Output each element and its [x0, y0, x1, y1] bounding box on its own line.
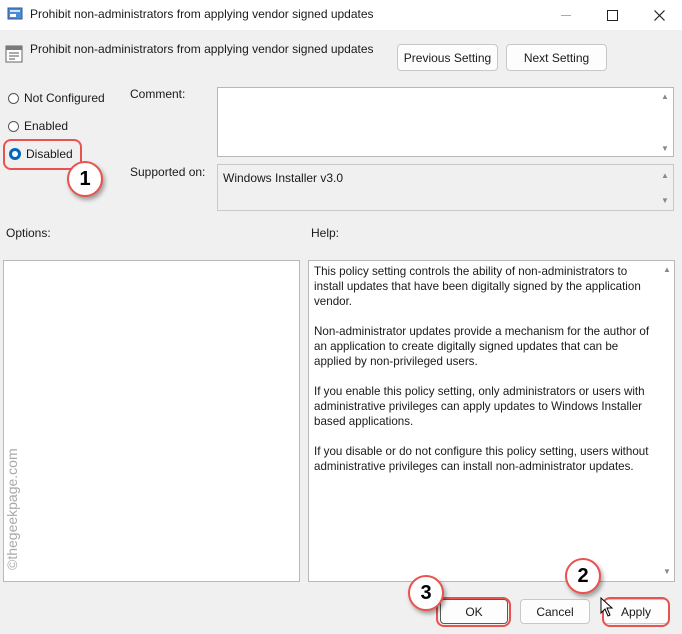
supported-on-label: Supported on:: [130, 165, 206, 179]
help-label: Help:: [311, 226, 340, 240]
policy-setting-icon: [5, 45, 23, 63]
radio-enabled[interactable]: Enabled: [8, 119, 68, 133]
supported-on-field: Windows Installer v3.0 ▲ ▼: [217, 164, 674, 211]
comment-label: Comment:: [130, 87, 186, 101]
scroll-down-icon[interactable]: ▼: [661, 567, 673, 576]
next-setting-button[interactable]: Next Setting: [506, 44, 607, 71]
step-badge-3: 3: [408, 575, 444, 611]
policy-name: Prohibit non-administrators from applyin…: [30, 42, 374, 56]
radio-circle[interactable]: [8, 92, 19, 104]
ok-highlight: [436, 597, 511, 627]
policy-window-icon: [7, 7, 23, 20]
radio-label: Enabled: [24, 119, 69, 133]
radio-circle[interactable]: [8, 120, 19, 132]
disabled-highlight: [3, 139, 82, 170]
help-paragraph: This policy setting controls the ability…: [314, 265, 641, 308]
previous-setting-button[interactable]: Previous Setting: [397, 44, 498, 71]
scroll-up-icon[interactable]: ▲: [659, 171, 671, 180]
help-paragraph: Non-administrator updates provide a mech…: [314, 325, 650, 368]
close-button[interactable]: [636, 0, 682, 30]
maximize-icon: [606, 9, 618, 21]
scroll-down-icon[interactable]: ▼: [659, 144, 671, 153]
radio-not-configured[interactable]: Not Configured: [8, 91, 105, 105]
help-text: This policy setting controls the ability…: [314, 264, 654, 489]
cancel-button[interactable]: Cancel: [520, 599, 590, 624]
scroll-down-icon[interactable]: ▼: [659, 196, 671, 205]
close-icon: [653, 9, 665, 21]
options-pane: [3, 260, 300, 582]
scroll-up-icon[interactable]: ▲: [661, 265, 673, 274]
help-paragraph: If you disable or do not configure this …: [314, 445, 649, 473]
window-title: Prohibit non-administrators from applyin…: [30, 7, 374, 21]
step-badge-1: 1: [67, 161, 103, 197]
watermark: ©thegeekpage.com: [4, 448, 20, 570]
help-paragraph: If you enable this policy setting, only …: [314, 385, 645, 428]
minimize-button[interactable]: [543, 0, 589, 30]
help-pane: This policy setting controls the ability…: [308, 260, 675, 582]
maximize-button[interactable]: [589, 0, 635, 30]
mouse-cursor-icon: [600, 597, 614, 617]
scroll-up-icon[interactable]: ▲: [659, 92, 671, 101]
radio-label: Not Configured: [24, 91, 105, 105]
supported-on-value: Windows Installer v3.0: [223, 171, 344, 185]
step-badge-2: 2: [565, 558, 601, 594]
comment-textarea[interactable]: ▲ ▼: [217, 87, 674, 157]
options-label: Options:: [6, 226, 51, 240]
minimize-icon: [560, 14, 571, 16]
